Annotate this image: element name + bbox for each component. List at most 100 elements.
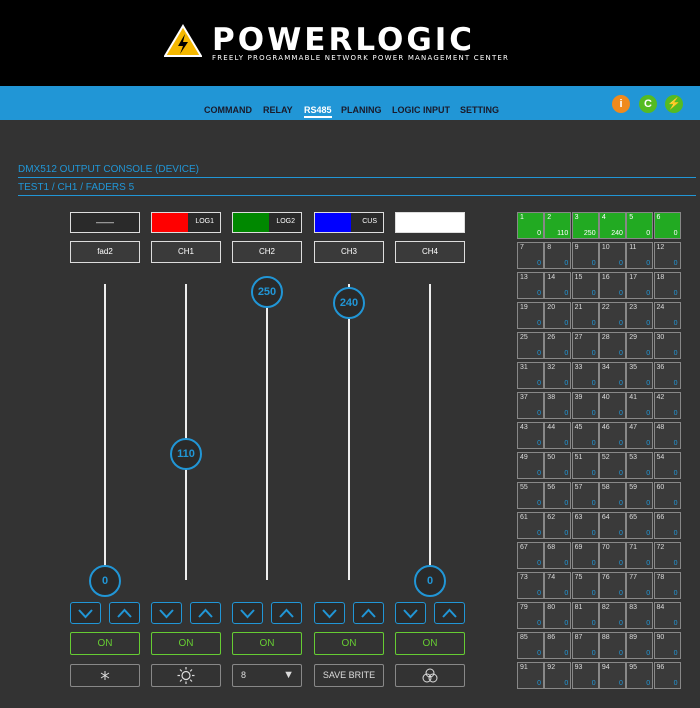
dmx-cell[interactable]: 46 0	[598, 422, 626, 449]
dmx-cell[interactable]: 21 0	[571, 302, 599, 329]
nav-setting[interactable]: SETTING	[460, 105, 499, 115]
dmx-cell[interactable]: 67 0	[517, 542, 544, 569]
decrease-button[interactable]	[151, 602, 182, 624]
dmx-cell[interactable]: 45 0	[571, 422, 599, 449]
dmx-cell[interactable]: 25 0	[517, 332, 544, 359]
dmx-cell[interactable]: 56 0	[544, 482, 572, 509]
dmx-cell[interactable]: 55 0	[517, 482, 544, 509]
dmx-cell[interactable]: 68 0	[544, 542, 572, 569]
dmx-cell[interactable]: 60 0	[653, 482, 681, 509]
dmx-cell[interactable]: 89 0	[626, 632, 654, 659]
dmx-cell[interactable]: 61 0	[517, 512, 544, 539]
nav-logic-input[interactable]: LOGIC INPUT	[392, 105, 450, 115]
dmx-cell[interactable]: 30 0	[653, 332, 681, 359]
nav-command[interactable]: COMMAND	[204, 105, 252, 115]
dmx-cell[interactable]: 51 0	[571, 452, 599, 479]
dmx-cell[interactable]: 66 0	[653, 512, 681, 539]
dmx-cell[interactable]: 76 0	[598, 572, 626, 599]
dmx-cell[interactable]: 26 0	[544, 332, 572, 359]
nav-rs485[interactable]: RS485	[304, 105, 332, 118]
dmx-cell[interactable]: 24 0	[653, 302, 681, 329]
dmx-cell[interactable]: 90 0	[653, 632, 681, 659]
dmx-cell[interactable]: 95 0	[626, 662, 654, 689]
increase-button[interactable]	[271, 602, 302, 624]
dmx-cell[interactable]: 38 0	[544, 392, 572, 419]
dmx-cell[interactable]: 78 0	[653, 572, 681, 599]
fader-track[interactable]	[429, 284, 431, 580]
dmx-cell[interactable]: 4 240	[598, 212, 626, 239]
dmx-cell[interactable]: 92 0	[544, 662, 572, 689]
color-mix-button[interactable]	[395, 664, 465, 687]
dmx-cell[interactable]: 18 0	[653, 272, 681, 299]
fader-knob[interactable]: 0	[89, 565, 121, 597]
dmx-cell[interactable]: 50 0	[544, 452, 572, 479]
dmx-cell[interactable]: 74 0	[544, 572, 572, 599]
dmx-cell[interactable]: 62 0	[544, 512, 572, 539]
dmx-cell[interactable]: 53 0	[626, 452, 654, 479]
dmx-cell[interactable]: 40 0	[598, 392, 626, 419]
fader-track[interactable]	[185, 284, 187, 580]
dmx-cell[interactable]: 41 0	[626, 392, 654, 419]
fader-channel[interactable]: CH3	[314, 241, 384, 263]
on-button[interactable]: ON	[151, 632, 221, 655]
fader-knob[interactable]: 0	[414, 565, 446, 597]
dmx-cell[interactable]: 83 0	[626, 602, 654, 629]
fader-channel[interactable]: fad2	[70, 241, 140, 263]
brightness-button[interactable]	[151, 664, 221, 687]
dmx-cell[interactable]: 81 0	[571, 602, 599, 629]
power-icon[interactable]: ⚡	[665, 95, 683, 113]
dmx-cell[interactable]: 3 250	[571, 212, 599, 239]
dmx-cell[interactable]: 82 0	[598, 602, 626, 629]
dmx-cell[interactable]: 29 0	[626, 332, 654, 359]
dmx-cell[interactable]: 10	[517, 212, 544, 239]
dmx-cell[interactable]: 79 0	[517, 602, 544, 629]
fader-label-box[interactable]	[395, 212, 465, 233]
dmx-cell[interactable]: 39 0	[571, 392, 599, 419]
dmx-cell[interactable]: 42 0	[653, 392, 681, 419]
dmx-cell[interactable]: 80 0	[544, 602, 572, 629]
dmx-cell[interactable]: 69 0	[571, 542, 599, 569]
dmx-cell[interactable]: 13 0	[517, 272, 544, 299]
increase-button[interactable]	[434, 602, 465, 624]
dmx-cell[interactable]: 58 0	[598, 482, 626, 509]
decrease-button[interactable]	[232, 602, 263, 624]
dmx-cell[interactable]: 14 0	[544, 272, 572, 299]
fader-label-box[interactable]: CUS	[314, 212, 384, 233]
dmx-cell[interactable]: 28 0	[598, 332, 626, 359]
fader-label-box[interactable]: LOG2	[232, 212, 302, 233]
fader-knob[interactable]: 110	[170, 438, 202, 470]
dmx-cell[interactable]: 65 0	[626, 512, 654, 539]
dmx-cell[interactable]: 59 0	[626, 482, 654, 509]
dmx-cell[interactable]: 77 0	[626, 572, 654, 599]
dmx-cell[interactable]: 52 0	[598, 452, 626, 479]
dmx-cell[interactable]: 32 0	[544, 362, 572, 389]
dmx-cell[interactable]: 70	[517, 242, 544, 269]
dmx-cell[interactable]: 33 0	[571, 362, 599, 389]
dmx-cell[interactable]: 88 0	[598, 632, 626, 659]
fader-knob[interactable]: 250	[251, 276, 283, 308]
dmx-cell[interactable]: 73 0	[517, 572, 544, 599]
nav-planing[interactable]: PLANING	[341, 105, 382, 115]
dmx-cell[interactable]: 44 0	[544, 422, 572, 449]
increase-button[interactable]	[109, 602, 140, 624]
dmx-cell[interactable]: 84 0	[653, 602, 681, 629]
fader-knob[interactable]: 240	[333, 287, 365, 319]
dmx-cell[interactable]: 90	[571, 242, 599, 269]
nav-relay[interactable]: RELAY	[263, 105, 293, 115]
dmx-cell[interactable]: 17 0	[626, 272, 654, 299]
dmx-cell[interactable]: 35 0	[626, 362, 654, 389]
fader-label-box[interactable]: LOG1	[151, 212, 221, 233]
fader-channel[interactable]: CH2	[232, 241, 302, 263]
dmx-cell[interactable]: 85 0	[517, 632, 544, 659]
dmx-cell[interactable]: 34 0	[598, 362, 626, 389]
dmx-cell[interactable]: 94 0	[598, 662, 626, 689]
dmx-cell[interactable]: 12 0	[653, 242, 681, 269]
fader-label-box[interactable]: ——	[70, 212, 140, 233]
dmx-cell[interactable]: 11 0	[626, 242, 654, 269]
decrease-button[interactable]	[395, 602, 426, 624]
dmx-cell[interactable]: 70 0	[598, 542, 626, 569]
dmx-cell[interactable]: 47 0	[626, 422, 654, 449]
fader-channel[interactable]: CH1	[151, 241, 221, 263]
save-brite-button[interactable]: SAVE BRITE	[314, 664, 384, 687]
dmx-cell[interactable]: 27 0	[571, 332, 599, 359]
